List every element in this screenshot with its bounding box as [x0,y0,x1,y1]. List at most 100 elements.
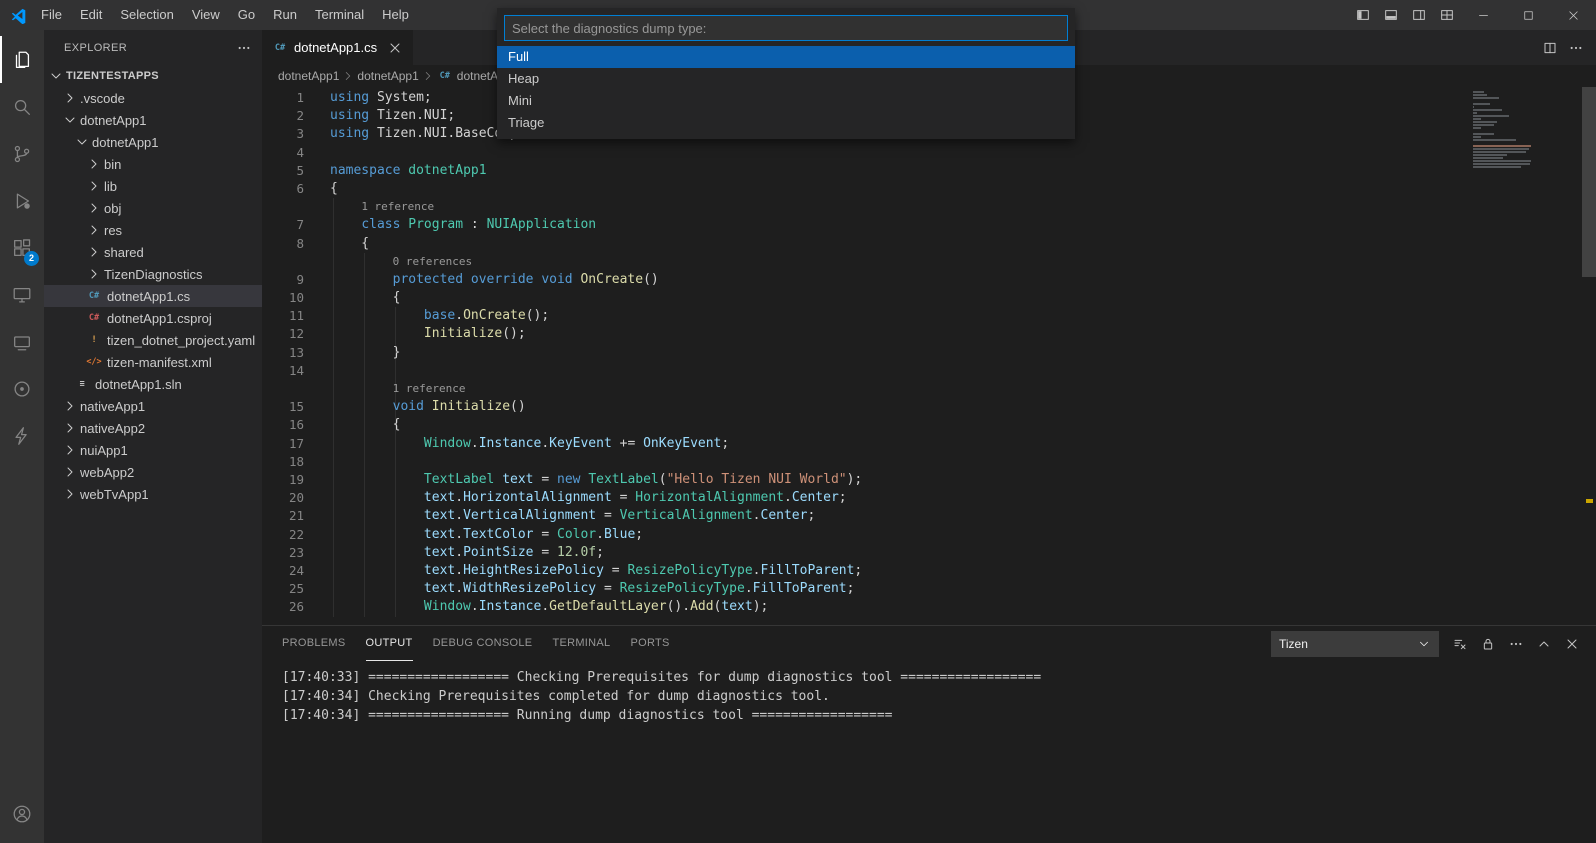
tree-item-nativeapp1[interactable]: nativeApp1 [44,395,262,417]
code-line[interactable]: 22 text.TextColor = Color.Blue; [262,526,1466,544]
activity-account-button[interactable] [0,790,44,837]
menu-view[interactable]: View [183,0,229,30]
tree-item-webapp2[interactable]: webApp2 [44,461,262,483]
breadcrumb-item[interactable]: dotnetApp1 [278,69,339,83]
breadcrumb-item[interactable]: dotnetApp1 [357,69,418,83]
activity-tizen-button[interactable] [0,412,44,459]
tab-close-icon[interactable] [387,40,403,56]
code-line[interactable]: 9 protected override void OnCreate() [262,271,1466,289]
code-line[interactable]: 0 references [262,253,1466,271]
tree-item-nativeapp2[interactable]: nativeApp2 [44,417,262,439]
code-line[interactable]: 1 reference [262,380,1466,398]
layout-customize-button[interactable] [1433,0,1461,30]
code-line[interactable]: 21 text.VerticalAlignment = VerticalAlig… [262,507,1466,525]
minimize-button[interactable] [1461,0,1506,30]
explorer-more-actions-button[interactable] [236,40,252,56]
codelens-reference[interactable]: 0 references [330,253,472,271]
code-line[interactable]: 25 text.WidthResizePolicy = ResizePolicy… [262,580,1466,598]
menu-edit[interactable]: Edit [71,0,111,30]
panel-tab-output[interactable]: OUTPUT [366,626,413,661]
quickpick-option-heap[interactable]: Heap [497,68,1075,90]
more-actions-button[interactable] [1506,634,1526,654]
menu-help[interactable]: Help [373,0,418,30]
code-line[interactable]: 23 text.PointSize = 12.0f; [262,544,1466,562]
code-line[interactable]: 7 class Program : NUIApplication [262,216,1466,234]
quickpick-option-mini[interactable]: Mini [497,90,1075,112]
window-close-button[interactable] [1551,0,1596,30]
layout-sidebar-right-button[interactable] [1405,0,1433,30]
code-line[interactable]: 5namespace dotnetApp1 [262,162,1466,180]
codelens-reference[interactable]: 1 reference [330,380,465,398]
split-editor-icon[interactable] [1542,40,1558,56]
tree-item-dotnetapp1[interactable]: dotnetApp1 [44,131,262,153]
code-line[interactable]: 18 [262,453,1466,471]
code-line[interactable]: 12 Initialize(); [262,325,1466,343]
code-line[interactable]: 1 reference [262,198,1466,216]
tree-item-dotnetapp1-sln[interactable]: ≡dotnetApp1.sln [44,373,262,395]
activity-tizen-device-manager-button[interactable] [0,318,44,365]
menu-go[interactable]: Go [229,0,264,30]
code-line[interactable]: 16 { [262,416,1466,434]
minimap[interactable] [1473,91,1578,169]
codelens-reference[interactable]: 1 reference [330,198,434,216]
code-line[interactable]: 26 Window.Instance.GetDefaultLayer().Add… [262,598,1466,616]
tab-dotnetapp1-cs[interactable]: C# dotnetApp1.cs [262,30,413,65]
menu-selection[interactable]: Selection [111,0,182,30]
code-area[interactable]: 1using System;2using Tizen.NUI;3using Ti… [262,87,1596,625]
tree-root-tizentestapps[interactable]: TIZENTESTAPPS [44,65,262,87]
chevron-up-button[interactable] [1534,634,1554,654]
tree-item-lib[interactable]: lib [44,175,262,197]
code-line[interactable]: 11 base.OnCreate(); [262,307,1466,325]
activity-extensions-button[interactable]: 2 [0,224,44,271]
maximize-button[interactable] [1506,0,1551,30]
activity-search-button[interactable] [0,83,44,130]
quickpick-input[interactable] [504,15,1068,41]
code-line[interactable]: 13 } [262,344,1466,362]
activity-explorer-button[interactable] [0,36,44,83]
menu-file[interactable]: File [32,0,71,30]
tree-item-bin[interactable]: bin [44,153,262,175]
code-line[interactable]: 24 text.HeightResizePolicy = ResizePolic… [262,562,1466,580]
tree-item-dotnetapp1[interactable]: dotnetApp1 [44,109,262,131]
tree-item-nuiapp1[interactable]: nuiApp1 [44,439,262,461]
menu-run[interactable]: Run [264,0,306,30]
lock-button[interactable] [1478,634,1498,654]
panel-tab-terminal[interactable]: TERMINAL [552,626,610,661]
layout-panel-button[interactable] [1377,0,1405,30]
code-line[interactable]: 10 { [262,289,1466,307]
output-channel-select[interactable]: Tizen [1271,631,1439,657]
code-line[interactable]: 14 [262,362,1466,380]
code-line[interactable]: 4 [262,144,1466,162]
tree-item-shared[interactable]: shared [44,241,262,263]
tree-item-tizen-manifest-xml[interactable]: </>tizen-manifest.xml [44,351,262,373]
code-line[interactable]: 19 TextLabel text = new TextLabel("Hello… [262,471,1466,489]
code-line[interactable]: 6{ [262,180,1466,198]
tree-item-webtvapp1[interactable]: webTvApp1 [44,483,262,505]
tree-item--vscode[interactable]: .vscode [44,87,262,109]
tree-item-tizendiagnostics[interactable]: TizenDiagnostics [44,263,262,285]
tree-item-dotnetapp1-csproj[interactable]: C#dotnetApp1.csproj [44,307,262,329]
more-actions-icon[interactable] [1568,40,1584,56]
activity-run-debug-button[interactable] [0,177,44,224]
code-line[interactable]: 8 { [262,235,1466,253]
layout-sidebar-left-button[interactable] [1349,0,1377,30]
panel-tab-ports[interactable]: PORTS [630,626,669,661]
menu-terminal[interactable]: Terminal [306,0,373,30]
activity-tizen-emulator-button[interactable] [0,365,44,412]
quickpick-option-triage[interactable]: Triage [497,112,1075,134]
output-log[interactable]: [17:40:33] ================== Checking P… [262,661,1596,843]
tree-item-tizen-dotnet-project-yaml[interactable]: !tizen_dotnet_project.yaml [44,329,262,351]
code-line[interactable]: 17 Window.Instance.KeyEvent += OnKeyEven… [262,435,1466,453]
activity-remote-explorer-button[interactable] [0,271,44,318]
clear-output-button[interactable] [1450,634,1470,654]
code-line[interactable]: 15 void Initialize() [262,398,1466,416]
close-button[interactable] [1562,634,1582,654]
quickpick-option-full[interactable]: Full [497,46,1075,68]
panel-tab-debug-console[interactable]: DEBUG CONSOLE [433,626,533,661]
code-line[interactable]: 20 text.HorizontalAlignment = Horizontal… [262,489,1466,507]
editor-scrollbar[interactable] [1582,87,1596,277]
tree-item-dotnetapp1-cs[interactable]: C#dotnetApp1.cs [44,285,262,307]
tree-item-res[interactable]: res [44,219,262,241]
panel-tab-problems[interactable]: PROBLEMS [282,626,346,661]
tree-item-obj[interactable]: obj [44,197,262,219]
